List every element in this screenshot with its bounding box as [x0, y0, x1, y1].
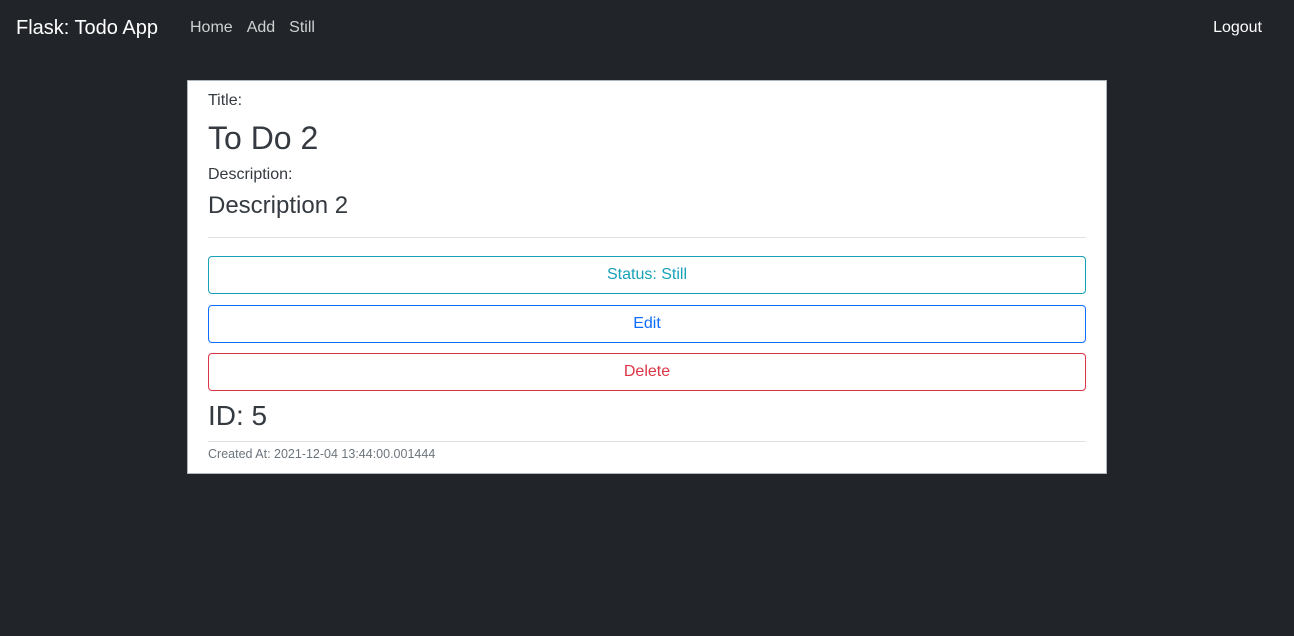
brand-link[interactable]: Flask: Todo App — [16, 15, 158, 41]
description-label: Description: — [208, 166, 293, 183]
nav-link-home[interactable]: Home — [190, 17, 233, 39]
todo-card: Title: To Do 2 Description: Description … — [187, 80, 1107, 474]
status-button[interactable]: Status: Still — [208, 256, 1086, 294]
nav-link-still[interactable]: Still — [289, 17, 315, 39]
todo-title: To Do 2 — [208, 120, 319, 156]
todo-id: ID: 5 — [208, 400, 268, 431]
title-label: Title: — [208, 92, 243, 109]
navbar: Flask: Todo App Home Add Still Logout — [0, 0, 1294, 56]
edit-button[interactable]: Edit — [208, 305, 1086, 343]
footer-divider — [208, 441, 1086, 442]
logout-link[interactable]: Logout — [1213, 17, 1262, 39]
delete-button[interactable]: Delete — [208, 353, 1086, 391]
nav-link-add[interactable]: Add — [247, 17, 275, 39]
divider — [208, 237, 1086, 238]
todo-description: Description 2 — [208, 192, 349, 219]
nav-links: Home Add Still — [190, 17, 329, 39]
created-at: Created At: 2021-12-04 13:44:00.001444 — [208, 447, 436, 461]
